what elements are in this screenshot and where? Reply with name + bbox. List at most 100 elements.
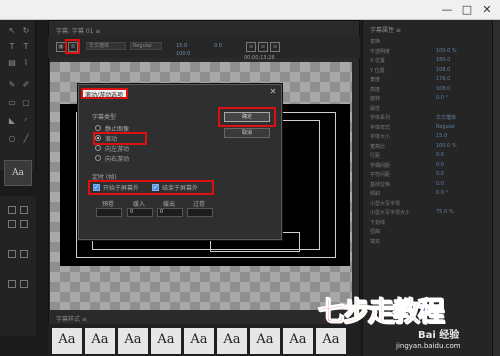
ease-out-field[interactable]: 0 [157, 208, 183, 217]
property-row[interactable]: 倾斜 0.0 ° [370, 190, 488, 198]
title-style-swatch[interactable]: Aa [250, 328, 280, 354]
property-value[interactable]: 15.0 [436, 133, 447, 139]
title-style-swatch[interactable]: Aa [316, 328, 346, 354]
property-row[interactable]: 小型大写字母 [370, 200, 488, 208]
property-row[interactable]: 旋转 0.0 ° [370, 95, 488, 103]
preroll-field[interactable] [96, 208, 122, 217]
close-window-button[interactable]: ✕ [480, 3, 494, 17]
center-horizontal-icon[interactable] [8, 250, 16, 258]
property-value[interactable]: Regular [436, 124, 455, 130]
property-value[interactable]: 75.0 % [436, 209, 453, 215]
property-value[interactable]: 0.0 [436, 171, 444, 177]
property-row[interactable]: 属性 [370, 105, 488, 113]
path-type-tool-icon[interactable]: ⌇ [20, 58, 32, 68]
pen-tool-icon[interactable]: ✎ [6, 80, 18, 90]
rounded-rect-tool-icon[interactable]: ▢ [20, 98, 32, 108]
property-value[interactable]: 100.0 % [436, 48, 457, 54]
property-row[interactable]: 变换 [370, 38, 488, 46]
add-anchor-tool-icon[interactable]: ✐ [20, 80, 32, 90]
property-row[interactable]: 高度 108.0 [370, 86, 488, 94]
property-value[interactable]: 108.0 [436, 67, 450, 73]
font-size-value[interactable]: 15.0 [176, 43, 187, 49]
selection-tool-icon[interactable]: ↖ [6, 26, 18, 36]
property-row[interactable]: 宽度 176.0 [370, 76, 488, 84]
title-style-swatch[interactable]: Aa [283, 328, 313, 354]
title-style-swatch[interactable]: Aa [151, 328, 181, 354]
cancel-button[interactable]: 取消 [224, 128, 270, 138]
property-row[interactable]: 不透明度 100.0 % [370, 48, 488, 56]
align-left-icon[interactable] [8, 206, 16, 214]
wedge-tool-icon[interactable]: ◣ [6, 116, 18, 126]
property-row[interactable]: 字偶间距 0.0 [370, 162, 488, 170]
ease-in-field[interactable]: 0 [127, 208, 153, 217]
property-row[interactable]: 字体大小 15.0 [370, 133, 488, 141]
radio-crawl-left[interactable] [95, 145, 101, 151]
property-value[interactable]: 180.0 [436, 57, 450, 63]
property-value[interactable]: 0.0 [436, 181, 444, 187]
property-value[interactable]: 100.0 % [436, 143, 457, 149]
property-value[interactable]: 华文楷体 [436, 114, 456, 121]
align-left-text-icon[interactable]: ≡ [246, 42, 256, 52]
property-value[interactable]: 0.0 [436, 162, 444, 168]
property-label: 宽高比 [370, 143, 386, 150]
leading-value[interactable]: 0.0 [214, 43, 222, 49]
property-value[interactable]: 176.0 [436, 76, 450, 82]
align-center-icon[interactable] [20, 206, 28, 214]
property-row[interactable]: X 位置 180.0 [370, 57, 488, 65]
title-style-swatch[interactable]: Aa [217, 328, 247, 354]
properties-scrollbar[interactable] [492, 20, 500, 356]
ellipse-tool-icon[interactable]: ○ [6, 134, 18, 144]
property-row[interactable]: 宽高比 100.0 % [370, 143, 488, 151]
property-row[interactable]: 字体样式 Regular [370, 124, 488, 132]
align-top-icon[interactable] [8, 220, 16, 228]
aspect-value[interactable]: 100.0 [176, 51, 190, 57]
roll-crawl-icon-highlight [65, 39, 80, 54]
property-value[interactable]: 108.0 [436, 86, 450, 92]
distribute-right-icon[interactable] [20, 280, 28, 288]
end-offscreen-checkbox[interactable]: ✓ [152, 184, 159, 191]
radio-still[interactable] [95, 125, 101, 131]
timecode-display[interactable]: 00;00;13;28 [244, 55, 275, 61]
dialog-close-icon[interactable]: ✕ [268, 87, 278, 97]
type-tool-icon[interactable]: T [6, 42, 18, 52]
font-family-select[interactable]: 华文楷体 [86, 42, 126, 50]
distribute-left-icon[interactable] [8, 280, 16, 288]
maximize-button[interactable]: □ [460, 3, 474, 17]
align-middle-icon[interactable] [20, 220, 28, 228]
property-row[interactable]: 填充 [370, 238, 488, 246]
align-right-text-icon[interactable]: ≡ [270, 42, 280, 52]
vertical-type-tool-icon[interactable]: T [20, 42, 32, 52]
rectangle-tool-icon[interactable]: ▭ [6, 98, 18, 108]
watermark-logo-char: 步 [343, 297, 371, 329]
line-tool-icon[interactable]: ╱ [20, 134, 32, 144]
title-style-swatch[interactable]: Aa [184, 328, 214, 354]
property-value[interactable]: 0.0 ° [436, 95, 448, 101]
title-tab[interactable]: 字幕: 字幕 01 ≡ [56, 26, 100, 35]
align-center-text-icon[interactable]: ≡ [258, 42, 268, 52]
radio-crawl-right[interactable] [95, 155, 101, 161]
title-style-swatch[interactable]: Aa [52, 328, 82, 354]
property-value[interactable]: 0.0 ° [436, 190, 448, 196]
title-style-swatch[interactable]: Aa [118, 328, 148, 354]
rotate-tool-icon[interactable]: ↻ [20, 26, 32, 36]
title-style-swatch[interactable]: Aa [85, 328, 115, 354]
center-vertical-icon[interactable] [20, 250, 28, 258]
property-value[interactable]: 0.0 [436, 152, 444, 158]
postroll-field[interactable] [187, 208, 213, 217]
minimize-button[interactable]: — [440, 3, 454, 17]
property-label: 字偶间距 [370, 162, 391, 169]
title-type-section-label: 字幕类型 [92, 114, 117, 121]
arc-tool-icon[interactable]: ◜ [20, 116, 32, 126]
property-row[interactable]: 基线位移 0.0 [370, 181, 488, 189]
radio-crawl-left-label: 向左游动 [105, 146, 130, 153]
property-row[interactable]: 扭曲 [370, 228, 488, 236]
property-row[interactable]: Y 位置 108.0 [370, 67, 488, 75]
property-row[interactable]: 字符间距 0.0 [370, 171, 488, 179]
property-row[interactable]: 小型大写字母大小 75.0 % [370, 209, 488, 217]
start-offscreen-checkbox[interactable]: ✓ [93, 184, 100, 191]
property-row[interactable]: 字体系列 华文楷体 [370, 114, 488, 122]
property-row[interactable]: 行距 0.0 [370, 152, 488, 160]
font-style-select[interactable]: Regular [130, 42, 162, 50]
area-type-tool-icon[interactable]: ▤ [6, 58, 18, 68]
property-row[interactable]: 下划线 [370, 219, 488, 227]
